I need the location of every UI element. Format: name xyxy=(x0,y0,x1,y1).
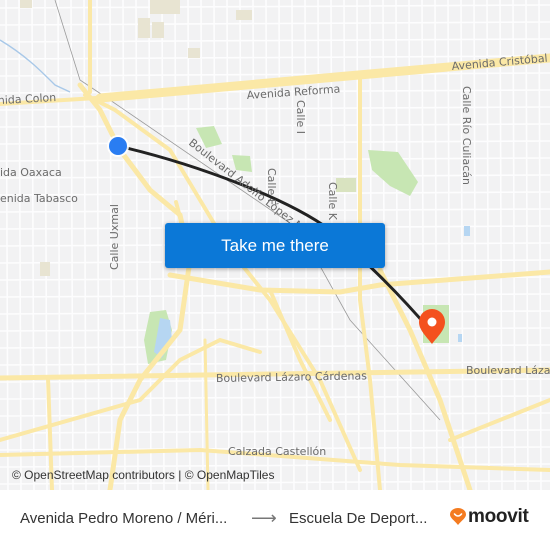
street-label: nida Colon xyxy=(0,91,57,107)
street-label: Calle Uxmal xyxy=(108,204,121,270)
road xyxy=(448,398,550,442)
origin-marker[interactable] xyxy=(107,135,129,157)
river xyxy=(0,39,71,93)
moovit-logo[interactable]: moovit xyxy=(450,506,529,528)
street-label: Calzada Castellón xyxy=(228,445,326,458)
street-label: Boulevard Lázaro Cárdenas xyxy=(216,369,367,385)
road xyxy=(268,288,332,422)
origin-stop-name: Avenida Pedro Moreno / Méri... xyxy=(20,510,228,527)
park xyxy=(368,150,418,196)
moovit-pin-icon xyxy=(450,508,466,525)
origin-dot-icon xyxy=(109,137,127,155)
footer-bar: Avenida Pedro Moreno / Méri... ⟶ Escuela… xyxy=(0,490,550,550)
arrow-right-icon: ⟶ xyxy=(251,508,277,528)
street-label: Calle I xyxy=(294,100,307,134)
map-view[interactable]: Avenida Cristóbal C Avenida Reforma nida… xyxy=(0,0,550,490)
pond xyxy=(464,226,470,236)
street-label: enida Tabasco xyxy=(0,192,78,205)
street-label: Calle K xyxy=(326,182,339,221)
street-label: Calle Río Culiacán xyxy=(460,86,473,185)
street-label: Boulevard Lázar xyxy=(466,364,550,377)
moovit-wordmark: moovit xyxy=(468,506,529,527)
pin-center-dot xyxy=(427,317,437,327)
road xyxy=(77,82,193,490)
street-label: ida Oaxaca xyxy=(0,166,62,179)
road xyxy=(0,337,262,442)
map-attribution[interactable]: © OpenStreetMap contributors | © OpenMap… xyxy=(12,468,274,482)
take-me-there-button[interactable]: Take me there xyxy=(165,223,385,268)
destination-name: Escuela De Deport... xyxy=(289,510,428,527)
pond xyxy=(458,334,462,342)
